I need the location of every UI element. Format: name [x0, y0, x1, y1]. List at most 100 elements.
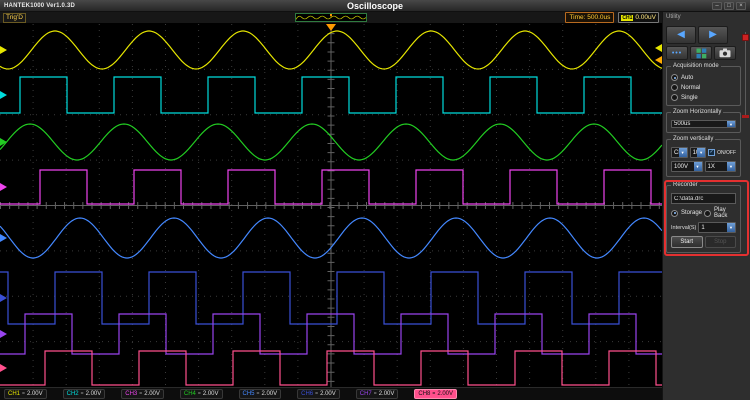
- channel-label: CH7: [359, 391, 372, 397]
- acquisition-group-title: Acquisition mode: [671, 63, 721, 70]
- zoom-vertical-group: Zoom vertically CH1 ▼ 100V ▼ ✓ ON/OFF: [666, 136, 741, 177]
- left-arrow-icon: ◀: [677, 29, 685, 40]
- channel-badge-ch8[interactable]: CH8 = 2.00V: [414, 389, 457, 399]
- radio-off-icon: [704, 209, 712, 217]
- channel-label: CH8: [418, 391, 431, 397]
- channel-badge-row: CH1 = 2.00V CH2 = 2.00V CH3 = 2.00V CH4 …: [0, 387, 662, 400]
- channel-label: CH1: [8, 391, 21, 397]
- channel-label: CH2: [66, 391, 79, 397]
- channel-scale: 2.00V: [26, 391, 43, 397]
- control-sidebar: Utility ◀ ▶ ••• Acquisition mode Auto No…: [662, 12, 750, 400]
- radio-off-icon: [671, 94, 678, 101]
- coupling-icon: =: [139, 391, 143, 397]
- radio-playback[interactable]: Play Back: [704, 207, 736, 219]
- zoom-vertical-title: Zoom vertically: [671, 136, 716, 143]
- chevron-down-icon: ▼: [727, 162, 735, 171]
- voltage-value: 0.00uV: [635, 14, 656, 21]
- channel-badge-ch3[interactable]: CH3 = 2.00V: [121, 389, 164, 399]
- panel-grid-button[interactable]: [690, 46, 712, 60]
- radio-auto[interactable]: Auto: [671, 74, 736, 81]
- volts-div-select[interactable]: 100V ▼: [671, 161, 703, 172]
- titlebar: HANTEK1000 Ver1.0.3D Oscilloscope – □ ×: [0, 0, 750, 12]
- chevron-down-icon: ▼: [693, 162, 702, 171]
- interval-value: 1: [701, 224, 705, 231]
- slider-end-mark: [742, 115, 749, 118]
- record-stop-button[interactable]: Stop: [704, 236, 736, 248]
- chevron-down-icon: ▼: [678, 148, 687, 157]
- channel-badge-ch7[interactable]: CH7 = 2.00V: [355, 389, 399, 399]
- next-page-button[interactable]: ▶: [698, 26, 728, 44]
- slider-track: [745, 32, 746, 118]
- window-title: Oscilloscope: [346, 0, 404, 11]
- range-select[interactable]: 100V ▼: [689, 147, 707, 158]
- interval-select[interactable]: 1 ▼: [698, 222, 736, 233]
- scope-display[interactable]: [0, 24, 662, 387]
- utility-label: Utility: [666, 14, 681, 20]
- coupling-icon: =: [256, 391, 260, 397]
- window-controls: – □ ×: [712, 1, 746, 10]
- record-file-input[interactable]: [671, 193, 736, 204]
- channel-label: CH5: [242, 391, 255, 397]
- radio-normal[interactable]: Normal: [671, 84, 736, 91]
- onoff-checkbox[interactable]: ✓: [708, 149, 716, 156]
- channel-badge-ch5[interactable]: CH5 = 2.00V: [238, 389, 282, 399]
- channel-scale: 2.00V: [261, 391, 278, 397]
- channel-scale: 2.00V: [320, 391, 336, 397]
- timebase-select[interactable]: 500us ▼: [671, 120, 736, 128]
- trigger-status: Trig'D: [3, 12, 26, 23]
- coupling-icon: =: [315, 391, 319, 397]
- radio-normal-label: Normal: [681, 84, 701, 91]
- trigger-position-preview[interactable]: [295, 13, 367, 22]
- acquisition-group: Acquisition mode Auto Normal Single: [666, 63, 741, 106]
- channel-scale: 2.00V: [202, 391, 219, 397]
- record-start-button[interactable]: Start: [671, 236, 703, 248]
- coupling-icon: =: [80, 391, 84, 397]
- channel-scale: 2.00V: [437, 391, 453, 397]
- channel-label: CH4: [183, 391, 196, 397]
- coupling-icon: =: [373, 391, 377, 397]
- more-options-button[interactable]: •••: [666, 46, 688, 60]
- recorder-section: Recorder Storage Play Back Interva: [664, 180, 749, 256]
- storage-label: Storage: [681, 210, 703, 216]
- preview-waveform-icon: [296, 14, 366, 20]
- channel-label: CH6: [301, 391, 314, 397]
- prev-page-button[interactable]: ◀: [666, 26, 696, 44]
- playback-label: Play Back: [714, 207, 728, 219]
- zoom-vertical-row2: 100V ▼ 1X ▼: [671, 161, 736, 172]
- timebase-readout: Time: 500.0us: [565, 12, 615, 23]
- maximize-button[interactable]: □: [724, 1, 734, 10]
- app-brand: HANTEK1000 Ver1.0.3D: [4, 2, 76, 9]
- probe-value: 1X: [707, 163, 715, 170]
- radio-storage[interactable]: Storage: [671, 209, 703, 217]
- radio-on-icon: [671, 74, 678, 81]
- voltage-readout: CH1 0.00uV: [618, 12, 659, 23]
- channel-badge-ch6[interactable]: CH6 = 2.00V: [297, 389, 340, 399]
- channel-select[interactable]: CH1 ▼: [671, 147, 688, 158]
- probe-select[interactable]: 1X ▼: [704, 161, 736, 172]
- recorder-title: Recorder: [671, 182, 700, 189]
- intensity-slider[interactable]: [742, 32, 749, 118]
- minimize-button[interactable]: –: [712, 1, 722, 10]
- close-button[interactable]: ×: [736, 1, 746, 10]
- radio-single[interactable]: Single: [671, 94, 736, 101]
- channel-scale: 2.00V: [85, 391, 102, 397]
- recorder-buttons-row: Start Stop: [671, 236, 736, 248]
- screenshot-button[interactable]: [714, 46, 736, 60]
- zoom-horizontal-group: Zoom Horizontally 500us ▼: [666, 109, 741, 133]
- channel-badge-ch4[interactable]: CH4 = 2.00V: [179, 389, 223, 399]
- radio-off-icon: [671, 84, 678, 91]
- channel-badge-ch1[interactable]: CH1 = 2.00V: [4, 389, 47, 399]
- coupling-icon: =: [22, 391, 25, 397]
- nav-row-tools: •••: [666, 46, 741, 60]
- ellipsis-icon: •••: [671, 49, 683, 57]
- zoom-vertical-row1: CH1 ▼ 100V ▼ ✓ ON/OFF: [671, 147, 736, 158]
- recorder-mode-row: Storage Play Back: [671, 207, 736, 219]
- slider-thumb[interactable]: [742, 34, 749, 41]
- waveform-canvas: [0, 24, 662, 387]
- coupling-icon: =: [197, 391, 201, 397]
- app-window: HANTEK1000 Ver1.0.3D Oscilloscope – □ × …: [0, 0, 750, 400]
- channel-badge-ch2[interactable]: CH2 = 2.00V: [62, 389, 106, 399]
- timebase-value: 500us: [674, 121, 691, 127]
- utility-buttons: ◀ ▶ •••: [666, 26, 741, 60]
- interval-label: Interval(S): [671, 224, 697, 231]
